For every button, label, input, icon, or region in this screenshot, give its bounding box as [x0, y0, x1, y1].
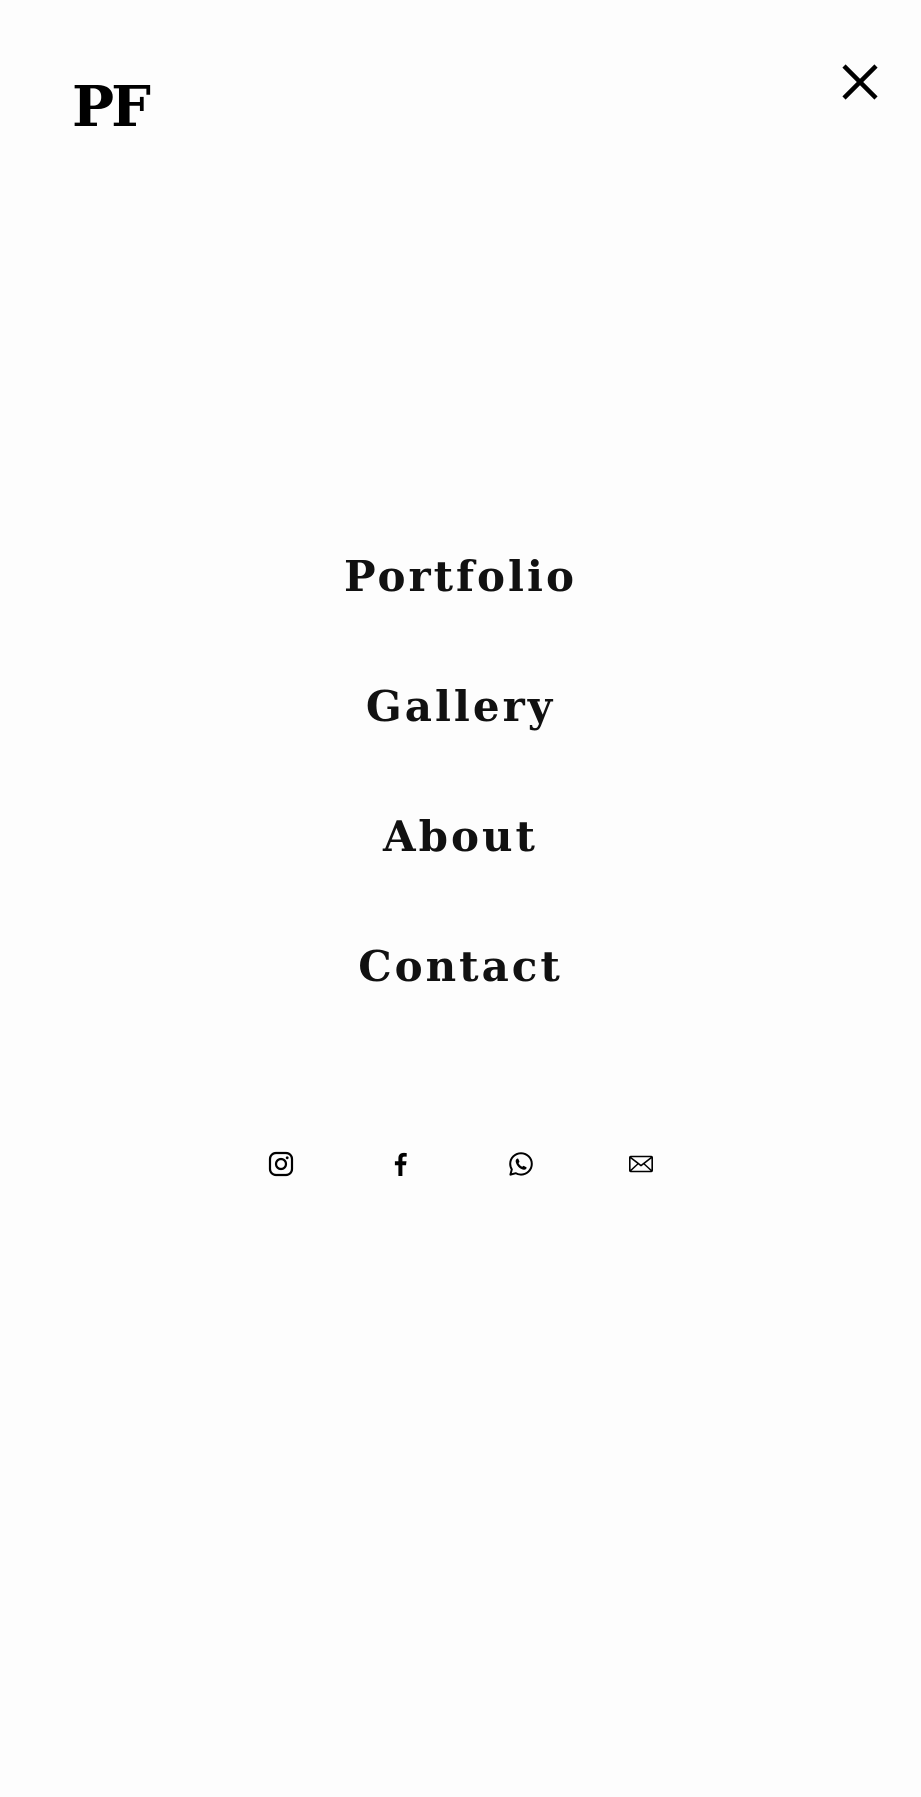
facebook-link[interactable] [383, 1146, 419, 1182]
site-logo[interactable]: PF [72, 70, 151, 144]
close-icon [842, 64, 878, 100]
mail-icon [628, 1155, 653, 1173]
instagram-link[interactable] [263, 1146, 299, 1182]
nav-item-contact[interactable]: Contact [0, 930, 921, 1060]
whatsapp-link[interactable] [503, 1146, 539, 1182]
mobile-menu-overlay: PF Portfolio Gallery About Contact [0, 0, 921, 1797]
whatsapp-icon [509, 1152, 533, 1176]
nav-item-gallery[interactable]: Gallery [0, 670, 921, 800]
instagram-icon [268, 1151, 294, 1177]
close-menu-button[interactable] [836, 58, 884, 106]
facebook-icon [394, 1152, 407, 1176]
main-navigation: Portfolio Gallery About Contact [0, 540, 921, 1060]
nav-item-portfolio[interactable]: Portfolio [0, 540, 921, 670]
nav-item-about[interactable]: About [0, 800, 921, 930]
email-link[interactable] [623, 1146, 659, 1182]
social-links [0, 1146, 921, 1182]
